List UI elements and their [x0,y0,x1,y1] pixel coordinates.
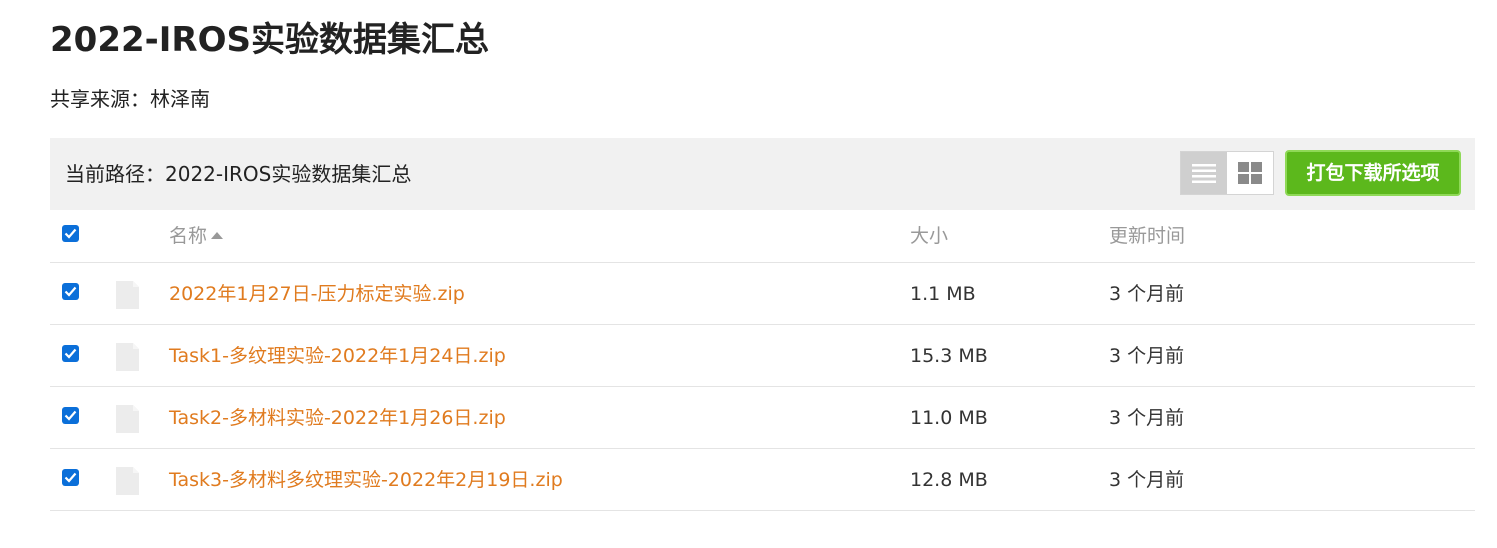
grid-view-button[interactable] [1227,152,1273,194]
file-icon [116,467,139,495]
file-table: 名称 大小 更新时间 2022年1月27日-压力标定实验.zip 1.1 MB … [50,210,1475,511]
file-name-link[interactable]: 2022年1月27日-压力标定实验.zip [169,279,465,309]
file-size: 15.3 MB [910,345,988,367]
table-row: Task3-多材料多纹理实验-2022年2月19日.zip 12.8 MB 3 … [50,449,1475,511]
list-view-button[interactable] [1181,152,1227,194]
file-icon [116,343,139,371]
row-checkbox[interactable] [62,407,79,424]
row-checkbox[interactable] [62,469,79,486]
current-path: 当前路径：2022-IROS实验数据集汇总 [65,162,412,186]
check-icon [64,410,77,421]
column-header-name[interactable]: 名称 [169,221,224,251]
check-icon [64,286,77,297]
file-updated-time: 3 个月前 [1109,345,1185,367]
grid-icon [1238,162,1262,184]
file-size: 12.8 MB [910,469,988,491]
page-title: 2022-IROS实验数据集汇总 [50,20,489,60]
file-updated-time: 3 个月前 [1109,407,1185,429]
check-icon [64,348,77,359]
file-size: 1.1 MB [910,283,976,305]
select-all-checkbox[interactable] [62,225,79,242]
share-source: 共享来源：林泽南 [50,87,210,111]
column-header-size[interactable]: 大小 [910,221,948,251]
file-name-link[interactable]: Task2-多材料实验-2022年1月26日.zip [169,403,506,433]
table-row: 2022年1月27日-压力标定实验.zip 1.1 MB 3 个月前 [50,263,1475,325]
file-updated-time: 3 个月前 [1109,283,1185,305]
file-name-link[interactable]: Task1-多纹理实验-2022年1月24日.zip [169,341,506,371]
file-updated-time: 3 个月前 [1109,469,1185,491]
file-name-link[interactable]: Task3-多材料多纹理实验-2022年2月19日.zip [169,465,563,495]
table-row: Task1-多纹理实验-2022年1月24日.zip 15.3 MB 3 个月前 [50,325,1475,387]
table-header: 名称 大小 更新时间 [50,210,1475,263]
sort-ascending-icon [211,232,224,239]
row-checkbox[interactable] [62,283,79,300]
file-icon [116,405,139,433]
table-row: Task2-多材料实验-2022年1月26日.zip 11.0 MB 3 个月前 [50,387,1475,449]
download-selected-button[interactable]: 打包下载所选项 [1285,150,1461,196]
file-size: 11.0 MB [910,407,988,429]
list-icon [1192,164,1216,183]
check-icon [64,472,77,483]
row-checkbox[interactable] [62,345,79,362]
path-bar: 当前路径：2022-IROS实验数据集汇总 打包下载所选项 [50,138,1475,210]
check-icon [64,228,77,239]
column-header-time[interactable]: 更新时间 [1109,221,1185,251]
file-icon [116,281,139,309]
view-toggle [1180,151,1274,195]
